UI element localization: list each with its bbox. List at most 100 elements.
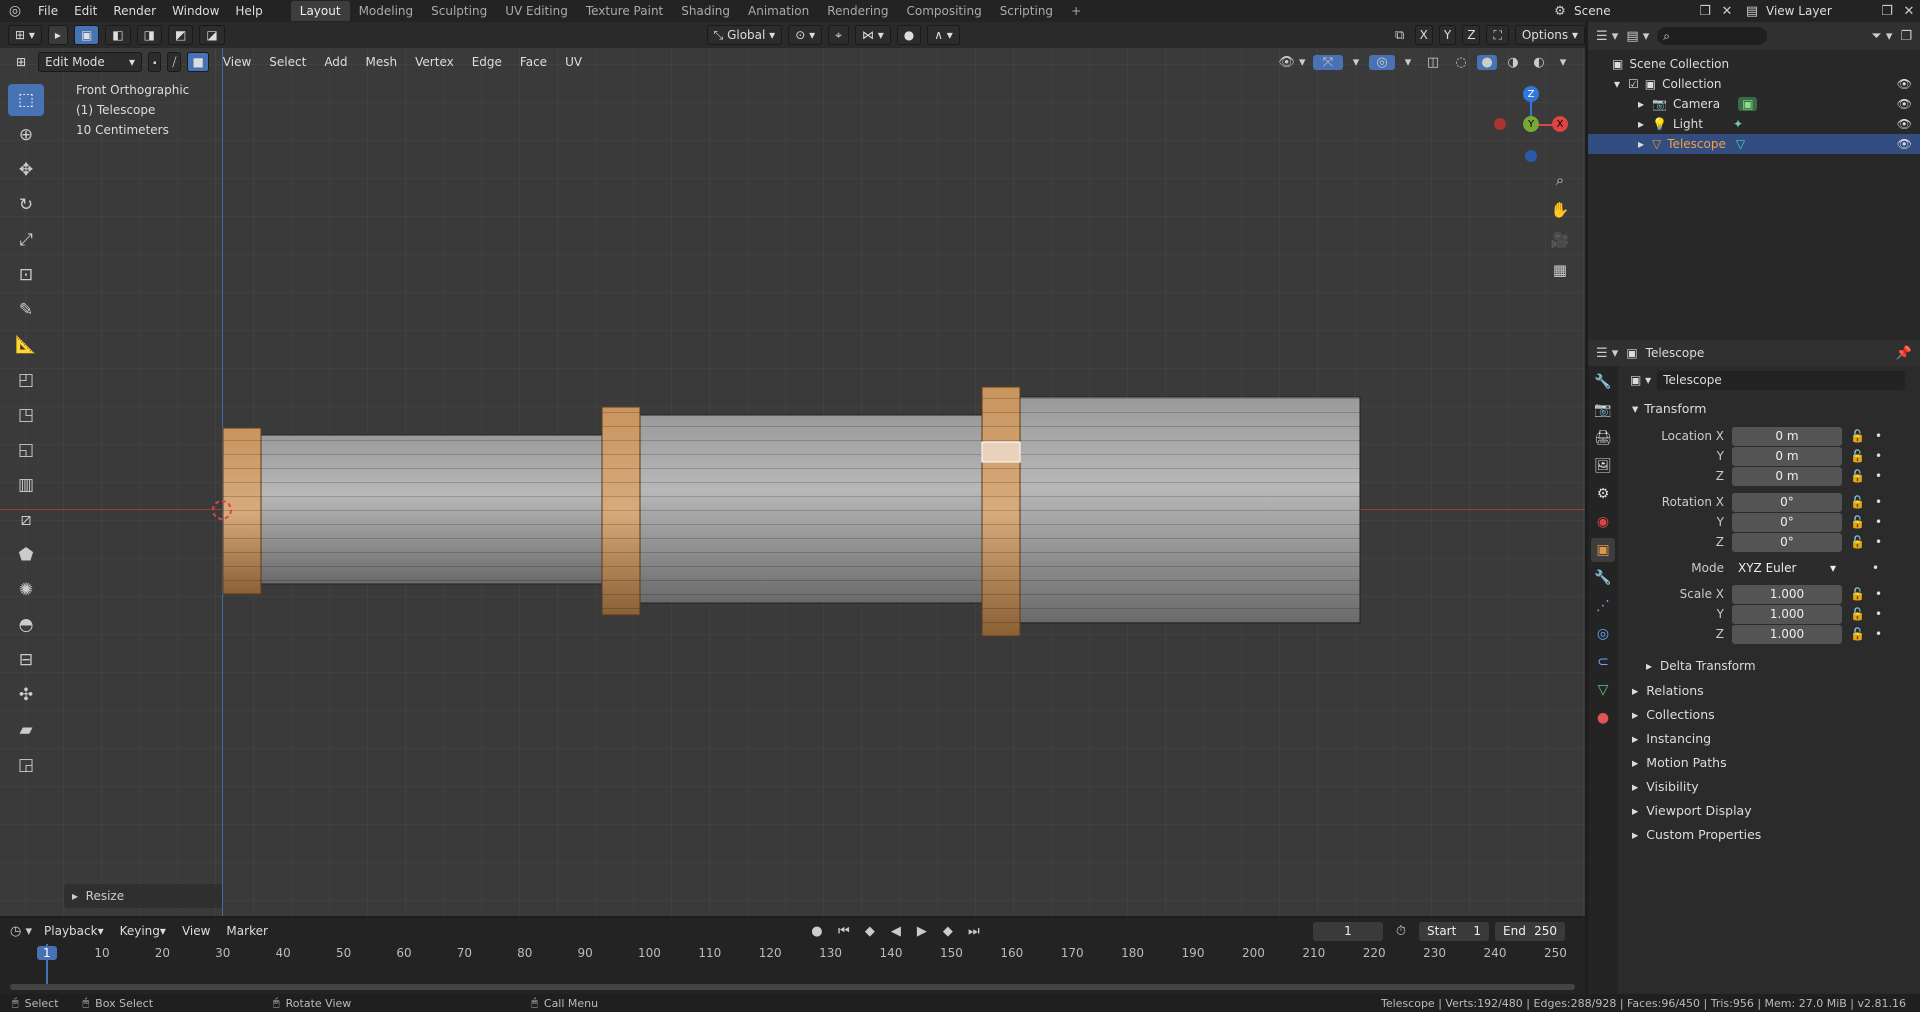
pin-icon[interactable]: 📌 xyxy=(1896,346,1912,361)
select-mode-invert-button[interactable]: ◩ xyxy=(167,25,194,45)
keyframe-dot-icon[interactable]: • xyxy=(1875,607,1882,621)
mirror-x-toggle[interactable]: X xyxy=(1414,25,1433,45)
shading-dropdown-icon[interactable]: ▾ xyxy=(1555,55,1571,70)
proportional-falloff-dropdown[interactable]: ∧ ▾ xyxy=(927,25,960,45)
shear-tool[interactable]: ▰ xyxy=(8,714,44,746)
keyframe-dot-icon[interactable]: • xyxy=(1875,495,1882,509)
object-name-field[interactable]: Telescope xyxy=(1657,370,1906,390)
select-mode-intersect-button[interactable]: ◪ xyxy=(199,25,225,45)
select-box-tool[interactable]: ⬚ xyxy=(8,84,44,116)
scale-z-field[interactable]: 1.000 xyxy=(1732,624,1842,644)
scene-close-icon[interactable]: ✕ xyxy=(1716,4,1738,19)
keyframe-dot-icon[interactable]: • xyxy=(1875,469,1882,483)
edge-slide-tool[interactable]: ⊟ xyxy=(8,644,44,676)
expand-icon[interactable]: ▸ xyxy=(1638,97,1644,111)
menu-edit[interactable]: Edit xyxy=(66,0,105,22)
scene-icon[interactable]: ⚙ xyxy=(1546,4,1574,19)
keyframe-dot-icon[interactable]: • xyxy=(1875,429,1882,443)
transform-tool[interactable]: ⊡ xyxy=(8,259,44,291)
eye-icon[interactable]: 👁 xyxy=(1897,97,1912,111)
telescope-mesh[interactable] xyxy=(0,48,1585,916)
subpanel-custom-properties[interactable]: ▸ Custom Properties xyxy=(1622,822,1920,846)
camera-view-icon[interactable]: 🎥 xyxy=(1548,228,1572,252)
constraints-tab-icon[interactable]: ⊂ xyxy=(1591,650,1615,674)
proportional-edit-toggle[interactable]: ● xyxy=(896,25,922,45)
view-layer-icon[interactable]: ▤ xyxy=(1738,4,1766,19)
subpanel-relations[interactable]: ▸ Relations xyxy=(1622,678,1920,702)
snap-target-dropdown[interactable]: ⋈ ▾ xyxy=(854,25,891,45)
inset-tool[interactable]: ◳ xyxy=(8,399,44,431)
timeline-ruler[interactable]: 1 10 20 30 40 50 60 70 80 90 100 110 120 130 140 150 160… xyxy=(10,944,1575,988)
timeline-menu-keying[interactable]: Keying ▾ xyxy=(114,921,172,941)
viewport-menu-vertex[interactable]: Vertex xyxy=(407,52,462,72)
location-y-field[interactable]: 0 m xyxy=(1732,446,1842,466)
select-mode-extend-button[interactable]: ◧ xyxy=(105,25,131,45)
current-frame-field[interactable]: 1 xyxy=(1313,921,1383,941)
extrude-tool[interactable]: ◰ xyxy=(8,364,44,396)
active-tool-button[interactable]: ▸ xyxy=(47,25,68,45)
tab-animation[interactable]: Animation xyxy=(739,1,818,21)
pivot-point-dropdown[interactable]: ⊙ ▾ xyxy=(788,25,823,45)
keyframe-dot-icon[interactable]: • xyxy=(1875,535,1882,549)
lock-icon[interactable]: 🔓 xyxy=(1850,449,1865,463)
outliner-collection-row[interactable]: ▾ ☑ ▣ Collection 👁 xyxy=(1588,74,1920,94)
keyframe-dot-icon[interactable]: • xyxy=(1875,515,1882,529)
lock-icon[interactable]: 🔓 xyxy=(1850,429,1865,443)
tab-compositing[interactable]: Compositing xyxy=(897,1,990,21)
view-layer-close-icon[interactable]: ✕ xyxy=(1898,4,1920,19)
gizmo-neg-z[interactable] xyxy=(1525,150,1537,162)
viewport-menu-uv[interactable]: UV xyxy=(557,52,590,72)
tab-texture-paint[interactable]: Texture Paint xyxy=(577,1,672,21)
keyframe-dot-icon[interactable]: • xyxy=(1875,627,1882,641)
rip-region-tool[interactable]: ◲ xyxy=(8,749,44,781)
menu-file[interactable]: File xyxy=(30,0,66,22)
keyframe-dot-icon[interactable]: • xyxy=(1875,449,1882,463)
frame-start-field[interactable]: Start 1 xyxy=(1419,921,1489,941)
editor-type-button[interactable]: ⊞ ▾ xyxy=(8,25,42,45)
view-layer-tab-icon[interactable]: 🖼 xyxy=(1591,454,1615,478)
viewport-menu-face[interactable]: Face xyxy=(512,52,555,72)
active-face[interactable] xyxy=(981,441,1021,463)
knife-tool[interactable]: ⧄ xyxy=(8,504,44,536)
mirror-y-toggle[interactable]: Y xyxy=(1438,25,1457,45)
move-tool[interactable]: ✥ xyxy=(8,154,44,186)
tab-shading[interactable]: Shading xyxy=(672,1,739,21)
subpanel-collections[interactable]: ▸ Collections xyxy=(1622,702,1920,726)
tab-uv-editing[interactable]: UV Editing xyxy=(496,1,577,21)
scale-x-field[interactable]: 1.000 xyxy=(1732,584,1842,604)
keyframe-dot-icon[interactable]: • xyxy=(1872,561,1879,575)
shading-material-icon[interactable]: ◑ xyxy=(1503,55,1523,70)
stopwatch-icon[interactable]: ⏱ xyxy=(1389,924,1413,939)
gizmo-neg-x[interactable] xyxy=(1494,118,1506,130)
tool-tab-icon[interactable]: 🔧 xyxy=(1591,370,1615,394)
lock-icon[interactable]: 🔓 xyxy=(1850,587,1865,601)
lock-icon[interactable]: 🔓 xyxy=(1850,495,1865,509)
rotation-z-field[interactable]: 0° xyxy=(1732,532,1842,552)
vertex-select-mode-button[interactable]: ⬝ xyxy=(148,52,162,72)
3d-viewport[interactable]: Front Orthographic (1) Telescope 10 Cent… xyxy=(0,48,1585,916)
outliner-root-row[interactable]: ▣ Scene Collection xyxy=(1588,54,1920,74)
render-tab-icon[interactable]: 📷 xyxy=(1591,398,1615,422)
data-tab-icon[interactable]: ▽ xyxy=(1591,678,1615,702)
scale-y-field[interactable]: 1.000 xyxy=(1732,604,1842,624)
edge-select-mode-button[interactable]: ⧸ xyxy=(167,52,182,72)
mode-dropdown[interactable]: Edit Mode ▾ xyxy=(38,52,143,72)
rotation-x-field[interactable]: 0° xyxy=(1732,492,1842,512)
modifier-tab-icon[interactable]: 🔧 xyxy=(1591,566,1615,590)
scene-name-field[interactable]: Scene xyxy=(1574,4,1694,18)
tab-scripting[interactable]: Scripting xyxy=(991,1,1062,21)
material-tab-icon[interactable]: ● xyxy=(1591,706,1615,730)
bevel-tool[interactable]: ◱ xyxy=(8,434,44,466)
gizmo-y-axis[interactable]: Y xyxy=(1523,116,1539,132)
pan-hand-icon[interactable]: ✋ xyxy=(1548,198,1572,222)
visibility-icon[interactable]: 👁 ▾ xyxy=(1277,55,1307,70)
subpanel-visibility[interactable]: ▸ Visibility xyxy=(1622,774,1920,798)
menu-help[interactable]: Help xyxy=(227,0,270,22)
tab-layout[interactable]: Layout xyxy=(290,1,350,21)
viewport-menu-mesh[interactable]: Mesh xyxy=(358,52,406,72)
tab-sculpting[interactable]: Sculpting xyxy=(422,1,496,21)
subpanel-viewport-display[interactable]: ▸ Viewport Display xyxy=(1622,798,1920,822)
location-z-field[interactable]: 0 m xyxy=(1732,466,1842,486)
tab-modeling[interactable]: Modeling xyxy=(350,1,423,21)
gizmo-dropdown-icon[interactable]: ▾ xyxy=(1349,55,1363,70)
